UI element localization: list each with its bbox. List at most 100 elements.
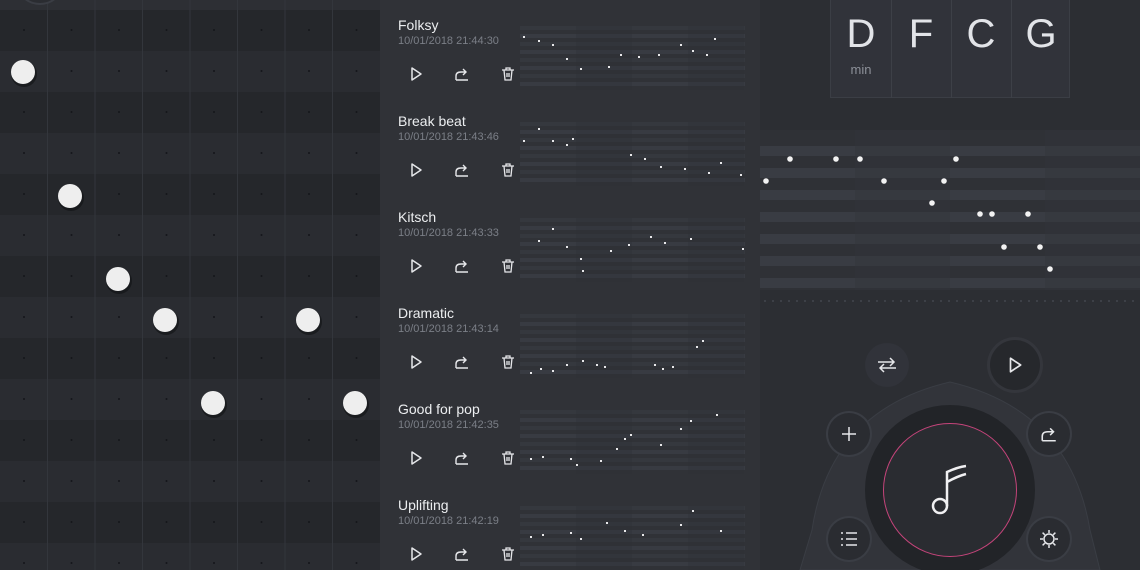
share-button[interactable] bbox=[452, 544, 472, 564]
share-button[interactable] bbox=[1028, 413, 1070, 455]
sequencer-grid[interactable] bbox=[0, 0, 380, 570]
grid-dot bbox=[118, 521, 120, 523]
preview-note bbox=[572, 138, 574, 140]
preview-note bbox=[702, 340, 704, 342]
chord-slot[interactable]: G bbox=[1011, 12, 1071, 98]
share-icon bbox=[455, 68, 468, 81]
sequencer-grid-panel[interactable] bbox=[0, 0, 380, 570]
share-button[interactable] bbox=[452, 256, 472, 276]
list-icon bbox=[841, 532, 857, 546]
delete-button[interactable] bbox=[498, 64, 518, 84]
gear-icon bbox=[1040, 530, 1058, 548]
preview-note bbox=[690, 420, 692, 422]
preview-note bbox=[624, 530, 626, 532]
grid-dot bbox=[118, 316, 120, 318]
grid-dot bbox=[70, 275, 73, 277]
chord-progression[interactable]: D min F C G bbox=[830, 0, 1070, 98]
preview-note bbox=[644, 158, 646, 160]
grid-dot bbox=[308, 357, 310, 359]
step-marker bbox=[948, 300, 950, 302]
add-icon bbox=[842, 427, 856, 441]
grid-dot bbox=[23, 193, 25, 195]
play-button[interactable] bbox=[406, 544, 426, 564]
preview-note bbox=[530, 458, 532, 460]
play-button[interactable] bbox=[406, 160, 426, 180]
play-button[interactable] bbox=[406, 64, 426, 84]
song-actions bbox=[406, 544, 518, 564]
share-button[interactable] bbox=[452, 448, 472, 468]
play-button[interactable] bbox=[406, 256, 426, 276]
pattern-preview bbox=[520, 314, 745, 378]
preview-note bbox=[692, 510, 694, 512]
grid-dot bbox=[260, 70, 263, 72]
play-icon bbox=[411, 451, 422, 465]
loop-button[interactable] bbox=[865, 343, 909, 387]
step-marker bbox=[1084, 300, 1086, 302]
play-icon bbox=[411, 67, 422, 81]
grid-dot bbox=[165, 275, 168, 277]
chord-slot[interactable]: C bbox=[951, 12, 1011, 98]
grid-dot bbox=[165, 439, 168, 441]
song-date: 10/01/2018 21:44:30 bbox=[398, 35, 499, 47]
grid-dot bbox=[355, 521, 358, 523]
pattern-preview bbox=[520, 122, 745, 186]
share-button[interactable] bbox=[452, 64, 472, 84]
delete-button[interactable] bbox=[498, 160, 518, 180]
pattern-preview bbox=[520, 410, 745, 474]
preview-note bbox=[570, 532, 572, 534]
note-ball bbox=[153, 308, 177, 332]
grid-dot bbox=[165, 70, 168, 72]
melody-sequencer[interactable] bbox=[760, 130, 1140, 305]
list-item[interactable]: Kitsch 10/01/2018 21:43:33 bbox=[380, 192, 760, 288]
grid-dot bbox=[260, 316, 263, 318]
grid-dot bbox=[165, 111, 168, 113]
song-list-button[interactable] bbox=[828, 518, 870, 560]
grid-dot bbox=[118, 480, 120, 482]
step-marker bbox=[796, 300, 798, 302]
grid-dot bbox=[23, 152, 25, 154]
play-button[interactable] bbox=[990, 340, 1040, 390]
add-track-button[interactable] bbox=[828, 413, 870, 455]
delete-button[interactable] bbox=[498, 448, 518, 468]
play-button[interactable] bbox=[406, 448, 426, 468]
delete-button[interactable] bbox=[498, 352, 518, 372]
step-marker bbox=[916, 300, 918, 302]
preview-note bbox=[706, 54, 708, 56]
chord-slot[interactable]: D min bbox=[831, 12, 891, 98]
preview-note bbox=[552, 140, 554, 142]
grid-dot bbox=[213, 521, 215, 523]
step-marker bbox=[940, 300, 942, 302]
delete-button[interactable] bbox=[498, 256, 518, 276]
saved-songs-list[interactable]: Folksy 10/01/2018 21:44:30 Break beat 10… bbox=[380, 0, 760, 570]
list-item[interactable]: Dramatic 10/01/2018 21:43:14 bbox=[380, 288, 760, 384]
step-marker bbox=[1076, 300, 1078, 302]
step-marker bbox=[1108, 300, 1110, 302]
list-item[interactable]: Break beat 10/01/2018 21:43:46 bbox=[380, 96, 760, 192]
share-button[interactable] bbox=[452, 160, 472, 180]
chord-slot[interactable]: F bbox=[891, 12, 951, 98]
step-marker bbox=[1052, 300, 1054, 302]
preview-note bbox=[692, 50, 694, 52]
delete-button[interactable] bbox=[498, 544, 518, 564]
settings-button[interactable] bbox=[1028, 518, 1070, 560]
play-button[interactable] bbox=[406, 352, 426, 372]
grid-dot bbox=[118, 111, 120, 113]
list-item[interactable]: Folksy 10/01/2018 21:44:30 bbox=[380, 0, 760, 96]
step-marker bbox=[1068, 300, 1070, 302]
preview-note bbox=[566, 364, 568, 366]
preview-note bbox=[542, 534, 544, 536]
step-marker bbox=[1100, 300, 1102, 302]
grid-dot bbox=[260, 193, 263, 195]
step-marker bbox=[908, 300, 910, 302]
compose-button[interactable] bbox=[883, 423, 1017, 557]
share-button[interactable] bbox=[452, 352, 472, 372]
list-item[interactable]: Uplifting 10/01/2018 21:42:19 bbox=[380, 480, 760, 570]
trash-icon bbox=[502, 67, 514, 81]
note-ball bbox=[343, 391, 367, 415]
grid-dot bbox=[165, 193, 168, 195]
grid-dot bbox=[213, 439, 215, 441]
preview-note bbox=[690, 238, 692, 240]
grid-dot bbox=[308, 521, 310, 523]
repeat-icon bbox=[878, 357, 896, 373]
list-item[interactable]: Good for pop 10/01/2018 21:42:35 bbox=[380, 384, 760, 480]
